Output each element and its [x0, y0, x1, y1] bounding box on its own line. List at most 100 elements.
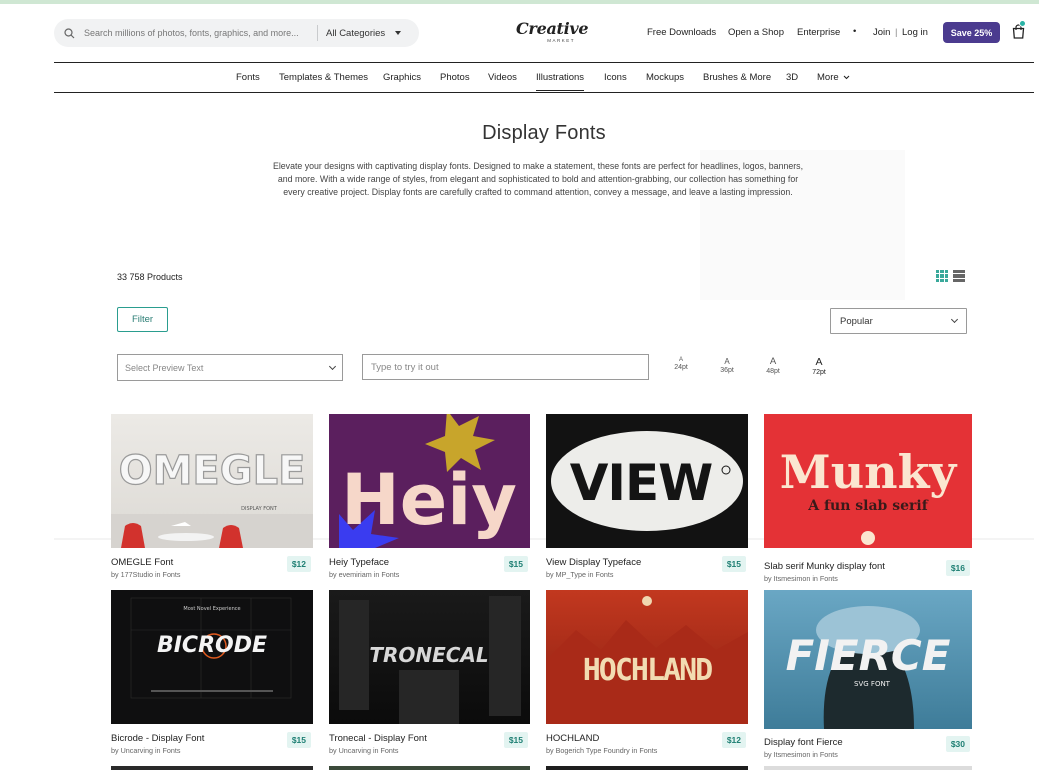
nav-enterprise[interactable]: Enterprise	[797, 27, 840, 38]
catnav-fonts[interactable]: Fonts	[236, 72, 260, 83]
product-thumbnail[interactable]: Munky A fun slab serif	[764, 414, 972, 548]
product-card[interactable]: Heiy Heiy Typeface by evemiriam in Fonts…	[329, 414, 530, 579]
product-author[interactable]: by MP_Type in Fonts	[546, 570, 748, 579]
list-view-icon[interactable]	[953, 270, 965, 282]
page-title: Display Fonts	[482, 122, 606, 144]
cart-icon[interactable]	[1012, 24, 1025, 44]
munky-art-sub: A fun slab serif	[807, 498, 928, 514]
product-author[interactable]: by Itsmesimon in Fonts	[764, 750, 972, 759]
grid-view-icon[interactable]	[936, 270, 948, 282]
category-select[interactable]: All Categories	[326, 27, 402, 39]
product-author[interactable]: by 177Studio in Fonts	[111, 570, 313, 579]
page-description: Elevate your designs with captivating di…	[272, 161, 804, 197]
nav-dot-separator: •	[853, 26, 857, 37]
product-thumbnail[interactable]: TRONECAL	[329, 590, 530, 724]
catnav-illustrations[interactable]: Illustrations	[536, 72, 585, 91]
product-card[interactable]: Munky A fun slab serif Slab serif Munky …	[764, 414, 972, 583]
heiy-artwork: Heiy	[339, 414, 517, 548]
product-price: $12	[286, 556, 311, 572]
product-price: $12	[721, 732, 746, 748]
logo-sub: MARKET	[547, 38, 576, 43]
product-card[interactable]: OMEGLE DISPLAY FONT OMEGLE Font by 177St…	[111, 414, 313, 579]
product-thumbnail[interactable]: VIEW	[546, 414, 748, 548]
munky-art-text: Munky	[780, 445, 958, 499]
tronecal-artwork: TRONECAL	[339, 596, 521, 724]
size-72pt[interactable]: A 72pt	[810, 356, 828, 376]
product-card[interactable]: TRONECAL Tronecal - Display Font by Unca…	[329, 590, 530, 755]
heiy-art-text: Heiy	[341, 459, 517, 541]
product-price: $15	[286, 732, 311, 748]
chevron-down-icon	[328, 362, 337, 370]
product-author[interactable]: by Uncarving in Fonts	[111, 746, 313, 755]
size-24pt-glyph: A	[678, 357, 683, 363]
fierce-art-text: FIERCE	[786, 631, 951, 680]
product-card[interactable]: HOCHLAND HOCHLAND by Bogerich Type Found…	[546, 590, 748, 755]
nav-open-shop[interactable]: Open a Shop	[728, 27, 784, 38]
product-name[interactable]: Display font Fierce	[764, 737, 972, 748]
product-name[interactable]: Heiy Typeface	[329, 557, 530, 568]
omegle-artwork: OMEGLE DISPLAY FONT	[111, 447, 313, 548]
next-row-thumbnail	[546, 766, 748, 770]
size-36pt-label: 36pt	[720, 367, 734, 374]
sort-value: Popular	[840, 315, 873, 327]
product-card[interactable]: VIEW View Display Typeface by MP_Type in…	[546, 414, 748, 579]
omegle-art-sub: DISPLAY FONT	[241, 506, 278, 512]
product-author[interactable]: by evemiriam in Fonts	[329, 570, 530, 579]
product-thumbnail[interactable]: Most Novel Experience BICRODE	[111, 590, 313, 724]
product-author[interactable]: by Itsmesimon in Fonts	[764, 574, 972, 583]
catnav-videos[interactable]: Videos	[488, 72, 517, 83]
nav-login[interactable]: Log in	[902, 27, 928, 38]
logo-word: Creative	[516, 19, 589, 38]
product-name[interactable]: Bicrode - Display Font	[111, 733, 313, 744]
sort-select[interactable]: Popular	[830, 308, 967, 334]
nav-join[interactable]: Join	[873, 27, 890, 38]
catnav-3d[interactable]: 3D	[786, 72, 798, 83]
search-icon[interactable]	[54, 27, 84, 39]
cart-badge	[1019, 20, 1026, 27]
size-36pt[interactable]: A 36pt	[718, 357, 736, 374]
search-divider	[317, 25, 318, 41]
next-row-thumbnail	[329, 766, 530, 770]
product-author[interactable]: by Uncarving in Fonts	[329, 746, 530, 755]
nav-free-downloads[interactable]: Free Downloads	[647, 27, 716, 38]
save-25-button[interactable]: Save 25%	[943, 22, 1000, 43]
size-48pt-label: 48pt	[766, 368, 780, 375]
view-art-text: VIEW	[570, 454, 713, 512]
preview-text-placeholder: Select Preview Text	[125, 362, 204, 373]
creative-market-logo[interactable]: Creative MARKET	[516, 19, 589, 44]
product-name[interactable]: Tronecal - Display Font	[329, 733, 530, 744]
product-name[interactable]: HOCHLAND	[546, 733, 748, 744]
product-card[interactable]: FIERCE SVG FONT Display font Fierce by I…	[764, 590, 972, 759]
try-it-out-input[interactable]	[362, 354, 649, 380]
product-price: $15	[503, 732, 528, 748]
product-author[interactable]: by Bogerich Type Foundry in Fonts	[546, 746, 748, 755]
catnav-divider	[54, 92, 1034, 93]
product-price: $16	[945, 560, 970, 576]
category-select-value: All Categories	[326, 27, 386, 39]
catnav-brushes-more[interactable]: Brushes & More	[703, 72, 771, 83]
bicrode-art-top: Most Novel Experience	[183, 606, 240, 612]
product-name[interactable]: View Display Typeface	[546, 557, 748, 568]
preview-text-select[interactable]: Select Preview Text	[117, 354, 343, 381]
view-toggle	[936, 270, 965, 282]
size-48pt[interactable]: A 48pt	[764, 356, 782, 375]
product-card[interactable]: Most Novel Experience BICRODE Bicrode - …	[111, 590, 313, 755]
catnav-templates-themes[interactable]: Templates & Themes	[279, 72, 368, 83]
catnav-photos[interactable]: Photos	[440, 72, 470, 83]
search-input[interactable]	[84, 28, 309, 38]
catnav-more[interactable]: More	[817, 72, 850, 83]
size-24pt[interactable]: A 24pt	[673, 357, 689, 371]
hochland-art-text: HOCHLAND	[583, 653, 712, 688]
product-name[interactable]: OMEGLE Font	[111, 557, 313, 568]
filter-button[interactable]: Filter	[117, 307, 168, 332]
catnav-mockups[interactable]: Mockups	[646, 72, 684, 83]
catnav-graphics[interactable]: Graphics	[383, 72, 421, 83]
product-thumbnail[interactable]: HOCHLAND	[546, 590, 748, 724]
product-thumbnail[interactable]: FIERCE SVG FONT	[764, 590, 972, 729]
product-name[interactable]: Slab serif Munky display font	[764, 561, 972, 572]
next-row-thumbnail	[111, 766, 313, 770]
search-bar[interactable]: All Categories	[54, 19, 419, 47]
product-thumbnail[interactable]: OMEGLE DISPLAY FONT	[111, 414, 313, 548]
catnav-icons[interactable]: Icons	[604, 72, 627, 83]
product-thumbnail[interactable]: Heiy	[329, 414, 530, 548]
